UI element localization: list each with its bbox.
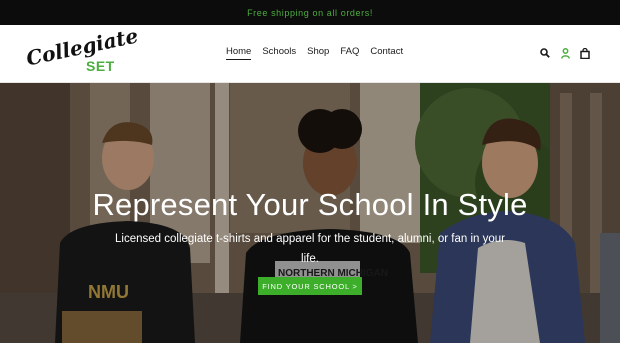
find-your-school-button[interactable]: FIND YOUR SCHOOL > xyxy=(258,277,362,295)
hero-banner: NMU NORTHERN MICHIGAN Represent Your Sch… xyxy=(0,83,620,343)
logo-script-text: Collegiate xyxy=(24,23,141,71)
site-header: Collegiate SET Home Schools Shop FAQ Con… xyxy=(0,23,620,83)
search-icon[interactable] xyxy=(540,47,550,59)
nav-contact[interactable]: Contact xyxy=(370,46,403,60)
nav-shop[interactable]: Shop xyxy=(307,46,329,60)
announcement-bar: Free shipping on all orders! xyxy=(0,0,620,25)
nav-home[interactable]: Home xyxy=(226,46,252,60)
nav-schools[interactable]: Schools xyxy=(262,46,296,60)
logo[interactable]: Collegiate SET xyxy=(24,23,140,77)
nav-faq[interactable]: FAQ xyxy=(340,46,359,60)
account-icon[interactable] xyxy=(560,47,570,59)
announcement-text: Free shipping on all orders! xyxy=(247,7,373,18)
hero-subtitle: Licensed collegiate t-shirts and apparel… xyxy=(115,233,505,265)
header-icons xyxy=(540,47,590,59)
hero-title: Represent Your School In Style xyxy=(92,187,528,222)
logo-set-text: SET xyxy=(86,58,115,74)
cart-icon[interactable] xyxy=(580,47,590,59)
main-nav: Home Schools Shop FAQ Contact xyxy=(226,46,414,60)
